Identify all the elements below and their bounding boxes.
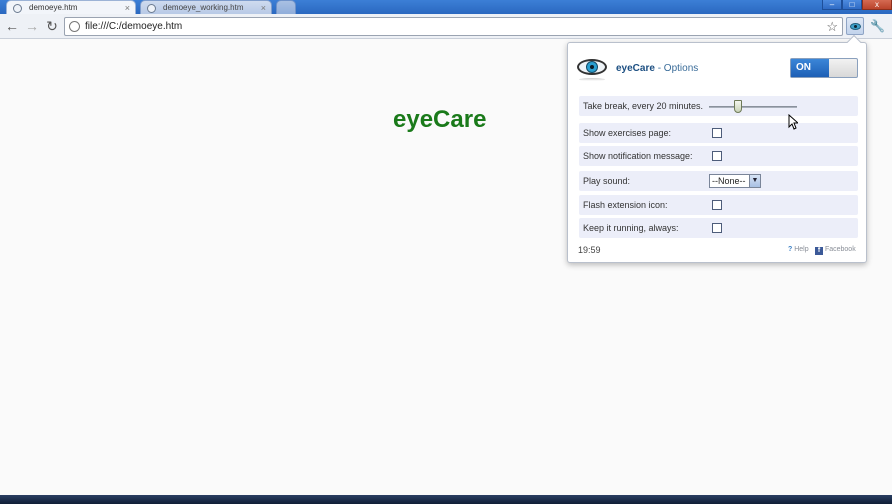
tab-demoeye-working[interactable]: demoeye_working.htm × — [140, 0, 272, 14]
mouse-cursor-icon — [788, 114, 798, 130]
option-row-keep-running: Keep it running, always: — [579, 218, 858, 238]
url-input[interactable] — [85, 19, 815, 34]
countdown-timer: 19:59 — [578, 245, 601, 255]
break-interval-label: Take break, every 20 minutes. — [583, 101, 704, 111]
keep-running-label: Keep it running, always: — [583, 223, 679, 233]
break-interval-slider-handle[interactable] — [734, 100, 742, 113]
option-row-flash: Flash extension icon: — [579, 195, 858, 215]
break-interval-slider-track[interactable] — [709, 106, 797, 108]
eye-icon — [850, 23, 861, 30]
exercises-label: Show exercises page: — [583, 128, 672, 138]
facebook-icon: f — [815, 247, 823, 255]
option-row-exercises: Show exercises page: — [579, 123, 858, 143]
option-row-break-interval: Take break, every 20 minutes. — [579, 96, 858, 116]
help-label: Help — [794, 246, 809, 253]
help-icon: ? — [788, 246, 793, 253]
keep-running-checkbox[interactable] — [712, 223, 722, 233]
flash-icon-checkbox[interactable] — [712, 200, 722, 210]
flash-icon-label: Flash extension icon: — [583, 200, 668, 210]
tab-demoeye[interactable]: demoeye.htm × — [6, 0, 136, 14]
os-taskbar — [0, 495, 892, 504]
browser-toolbar: ← → ↻ ☆ 🔧 — [0, 14, 892, 39]
tab-strip: demoeye.htm × demoeye_working.htm × – □ … — [0, 0, 892, 14]
sound-select[interactable]: --None-- ▼ — [709, 174, 761, 188]
sound-label: Play sound: — [583, 176, 631, 186]
toggle-on-label: ON — [791, 59, 829, 77]
reload-icon[interactable]: ↻ — [44, 18, 60, 34]
option-row-notification: Show notification message: — [579, 146, 858, 166]
new-tab-button[interactable] — [276, 0, 296, 14]
forward-arrow-icon[interactable]: → — [24, 18, 40, 34]
chevron-down-icon: ▼ — [749, 175, 760, 187]
notification-label: Show notification message: — [583, 151, 693, 161]
facebook-label: Facebook — [824, 246, 856, 253]
popup-subtitle: - Options — [654, 63, 699, 74]
back-arrow-icon[interactable]: ← — [4, 18, 20, 34]
globe-icon — [13, 4, 22, 13]
popup-title: eyeCare - Options — [616, 63, 698, 74]
address-bar[interactable]: ☆ — [64, 17, 843, 36]
help-link[interactable]: ? Help — [788, 246, 809, 253]
notification-checkbox[interactable] — [712, 151, 722, 161]
bookmark-star-icon[interactable]: ☆ — [826, 18, 838, 35]
page-icon — [69, 21, 80, 32]
sound-select-value: --None-- — [712, 176, 746, 186]
close-tab-icon[interactable]: × — [261, 1, 266, 14]
tab-title: demoeye_working.htm — [163, 3, 244, 12]
exercises-checkbox[interactable] — [712, 128, 722, 138]
maximize-button[interactable]: □ — [842, 0, 862, 10]
eyecare-options-popup: eyeCare - Options ON Take break, every 2… — [567, 34, 867, 263]
tab-title: demoeye.htm — [29, 3, 78, 12]
option-row-sound: Play sound: --None-- ▼ — [579, 171, 858, 191]
close-tab-icon[interactable]: × — [125, 1, 130, 14]
facebook-link[interactable]: f Facebook — [815, 246, 856, 255]
minimize-button[interactable]: – — [822, 0, 842, 10]
app-name: eyeCare — [616, 63, 655, 74]
page-title: eyeCare — [393, 106, 487, 133]
wrench-menu-icon[interactable]: 🔧 — [870, 19, 885, 33]
eye-logo-icon — [577, 57, 607, 81]
on-off-toggle[interactable]: ON — [790, 58, 858, 78]
close-window-button[interactable]: x — [862, 0, 892, 10]
globe-icon — [147, 4, 156, 13]
eyecare-extension-icon[interactable] — [846, 17, 864, 35]
